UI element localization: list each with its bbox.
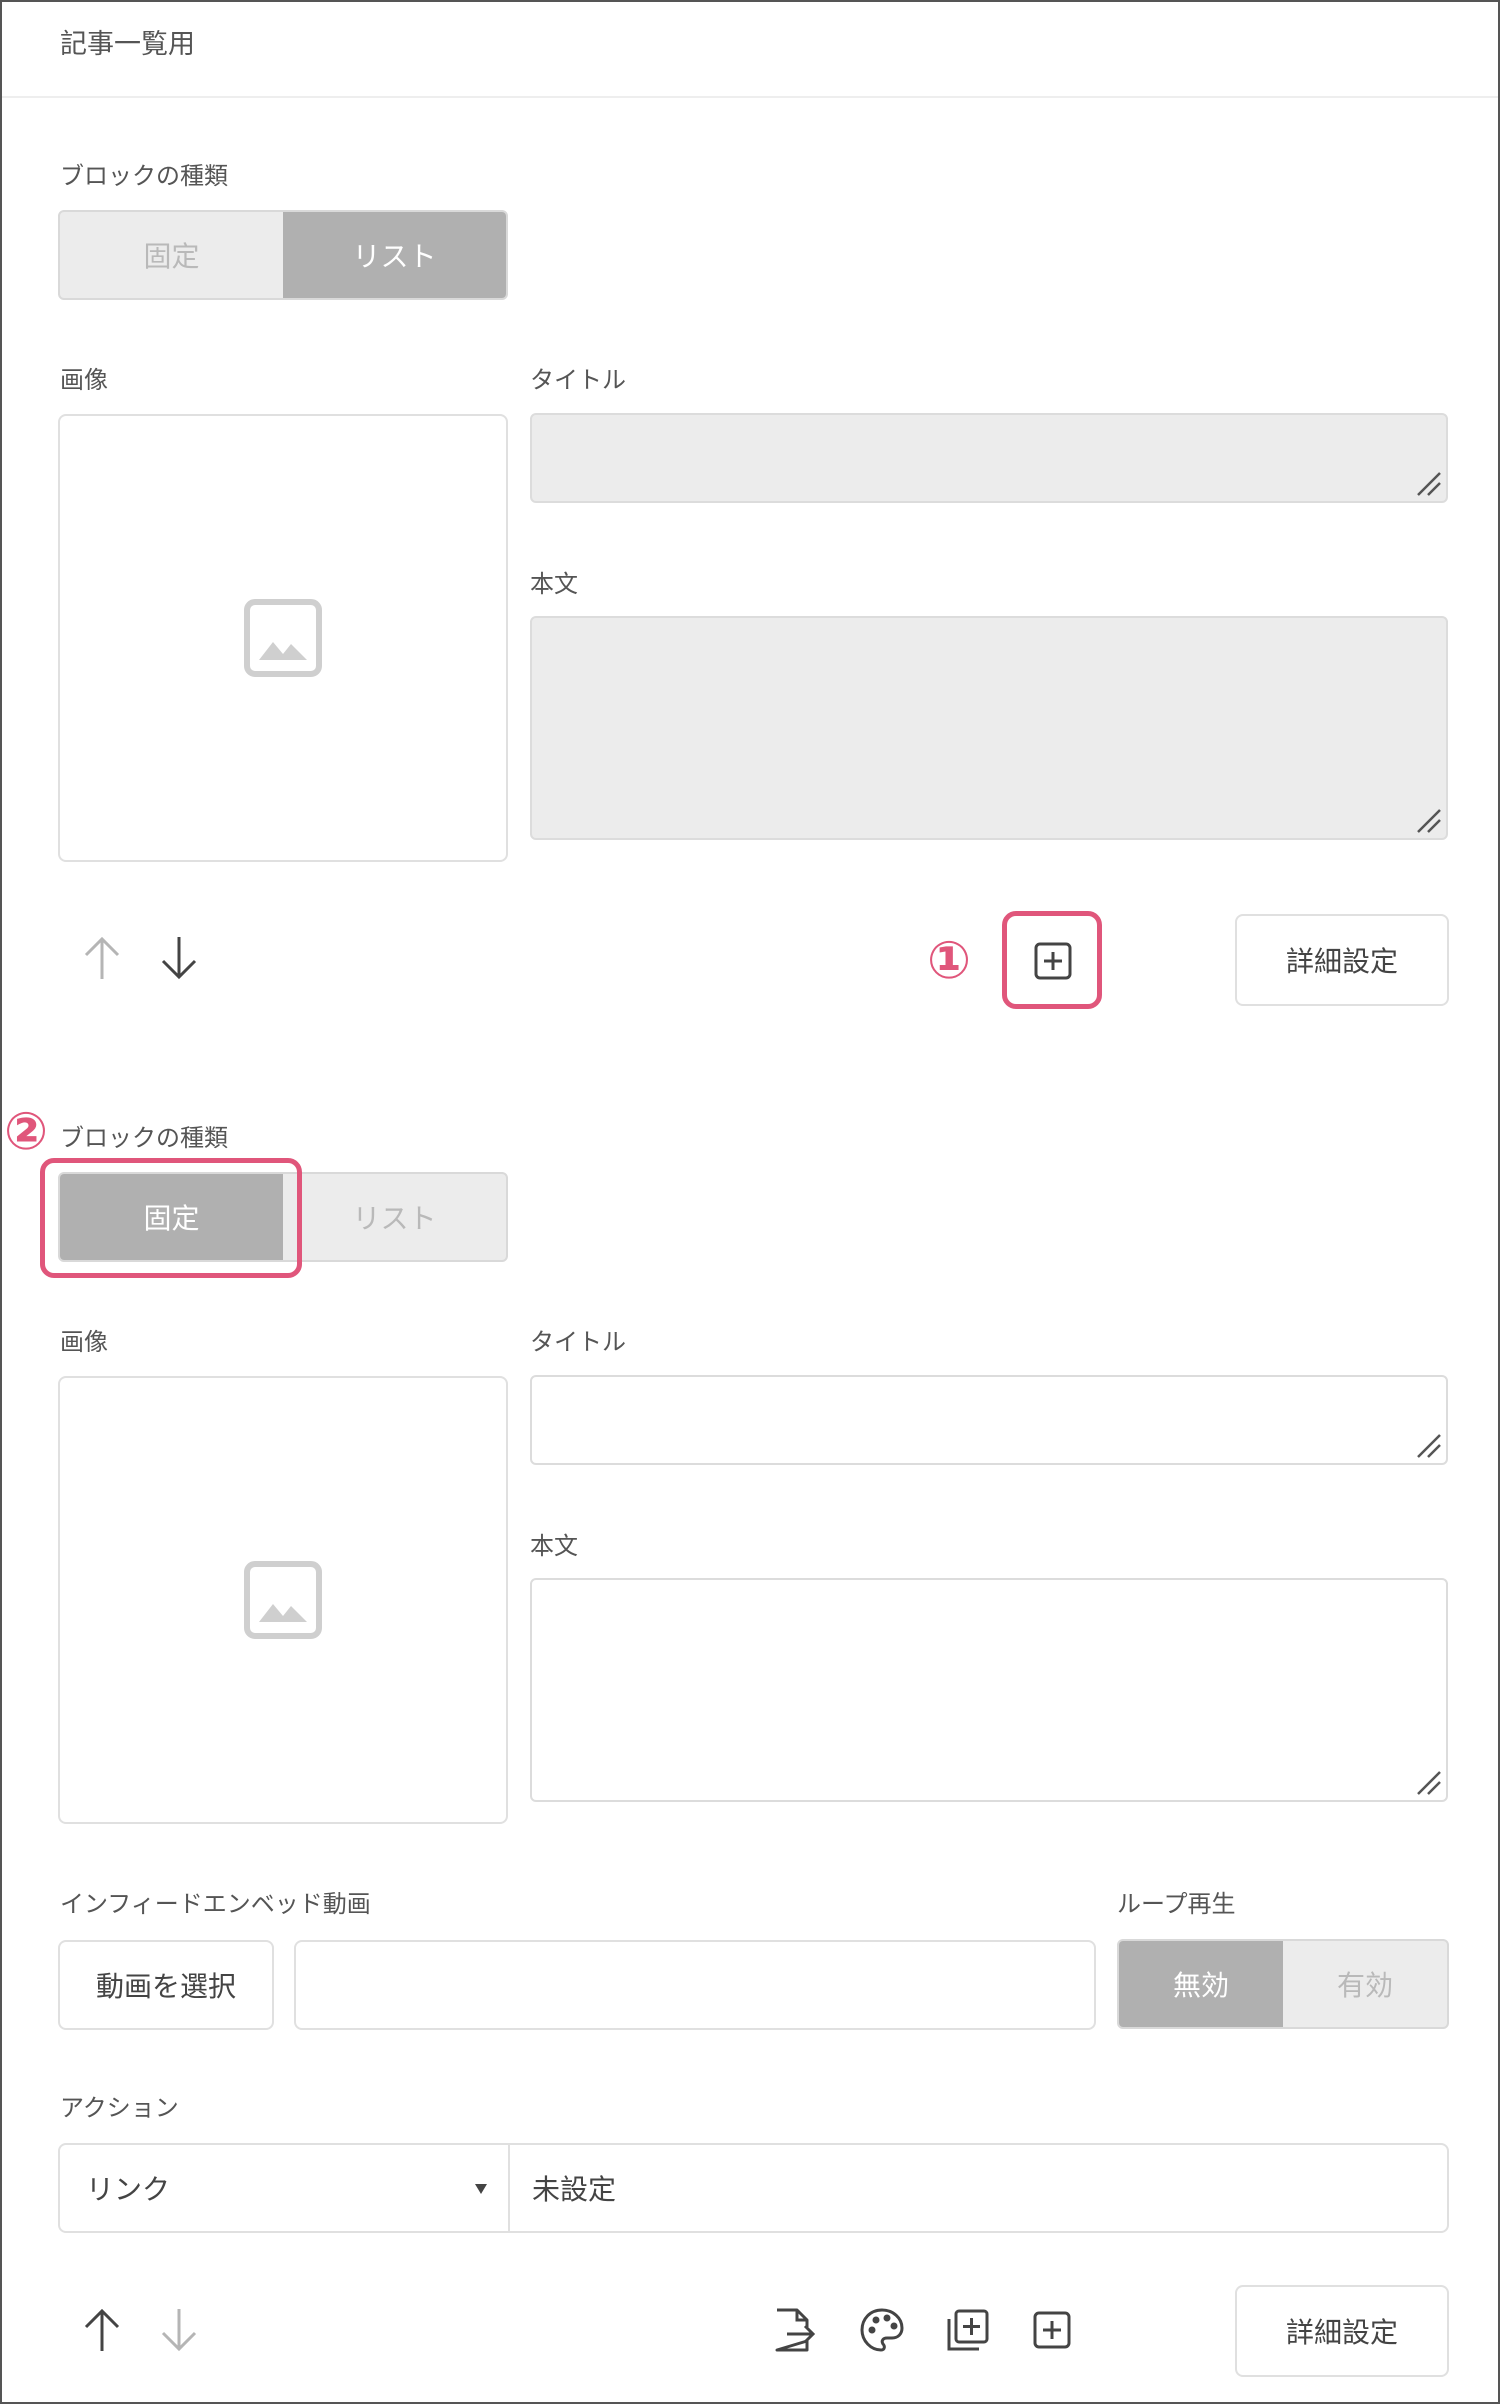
action-label: アクション xyxy=(60,2094,179,2122)
callout-marker-1: ① xyxy=(927,931,972,991)
arrow-down-icon xyxy=(161,2309,197,2352)
dropdown-arrow-icon xyxy=(475,2184,487,2194)
add-block-button[interactable] xyxy=(1026,2304,1078,2356)
add-block-icon xyxy=(1033,2311,1071,2349)
detail-settings-button[interactable]: 詳細設定 xyxy=(1235,2285,1449,2377)
video-label: インフィードエンベッド動画 xyxy=(60,1890,371,1918)
body-label: 本文 xyxy=(530,1532,578,1560)
palette-icon xyxy=(860,2308,904,2352)
move-down-button[interactable] xyxy=(155,2306,203,2354)
duplicate-icon xyxy=(947,2309,989,2351)
block-type-label: ブロックの種類 xyxy=(60,1124,228,1152)
title-input[interactable] xyxy=(530,1375,1448,1465)
file-export-icon xyxy=(775,2308,816,2352)
action-type-select[interactable]: リンク xyxy=(60,2145,510,2231)
callout-highlight-2 xyxy=(40,1158,302,1278)
resize-handle-icon[interactable] xyxy=(1414,1768,1442,1796)
body-label: 本文 xyxy=(530,570,578,598)
body-textarea[interactable] xyxy=(530,1578,1448,1802)
callout-marker-2: ② xyxy=(4,1102,49,1162)
image-placeholder-icon xyxy=(244,599,322,677)
title-input[interactable] xyxy=(530,413,1448,503)
image-placeholder-icon xyxy=(244,1561,322,1639)
duplicate-block-button[interactable] xyxy=(942,2304,994,2356)
export-button[interactable] xyxy=(768,2304,820,2356)
move-up-button[interactable] xyxy=(78,2306,126,2354)
resize-handle-icon[interactable] xyxy=(1414,469,1442,497)
title-label: タイトル xyxy=(530,1328,626,1356)
select-video-button[interactable]: 動画を選択 xyxy=(58,1940,274,2030)
action-type-value: リンク xyxy=(86,2173,171,2206)
block-type-list[interactable]: リスト xyxy=(283,212,506,298)
image-upload-area[interactable] xyxy=(58,414,508,862)
arrow-down-icon xyxy=(161,937,197,980)
add-block-button[interactable] xyxy=(1026,935,1080,987)
arrow-up-icon xyxy=(84,2308,120,2351)
loop-off[interactable]: 無効 xyxy=(1119,1941,1283,2027)
block-type-fixed[interactable]: 固定 xyxy=(60,212,283,298)
move-down-button[interactable] xyxy=(155,934,203,982)
loop-label: ループ再生 xyxy=(1117,1890,1236,1918)
loop-toggle: 無効 有効 xyxy=(1117,1939,1449,2029)
image-label: 画像 xyxy=(60,1328,108,1356)
resize-handle-icon[interactable] xyxy=(1414,806,1442,834)
loop-on[interactable]: 有効 xyxy=(1283,1941,1447,2027)
style-button[interactable] xyxy=(856,2304,908,2356)
move-up-button[interactable] xyxy=(78,934,126,982)
image-label: 画像 xyxy=(60,366,108,394)
block-type-toggle: 固定 リスト xyxy=(58,210,508,300)
title-label: タイトル xyxy=(530,366,626,394)
detail-settings-button[interactable]: 詳細設定 xyxy=(1235,914,1449,1006)
add-block-icon xyxy=(1034,942,1072,980)
panel-title: 記事一覧用 xyxy=(60,29,195,60)
action-value-text: 未設定 xyxy=(532,2173,617,2206)
body-textarea[interactable] xyxy=(530,616,1448,840)
block-type-label: ブロックの種類 xyxy=(60,162,228,190)
resize-handle-icon[interactable] xyxy=(1414,1431,1442,1459)
action-field: リンク 未設定 xyxy=(58,2143,1449,2233)
arrow-up-icon xyxy=(84,936,120,979)
action-value-field[interactable]: 未設定 xyxy=(510,2145,1447,2231)
block-type-list[interactable]: リスト xyxy=(283,1174,506,1260)
video-url-input[interactable] xyxy=(294,1940,1096,2030)
image-upload-area[interactable] xyxy=(58,1376,508,1824)
header-divider xyxy=(2,96,1498,98)
